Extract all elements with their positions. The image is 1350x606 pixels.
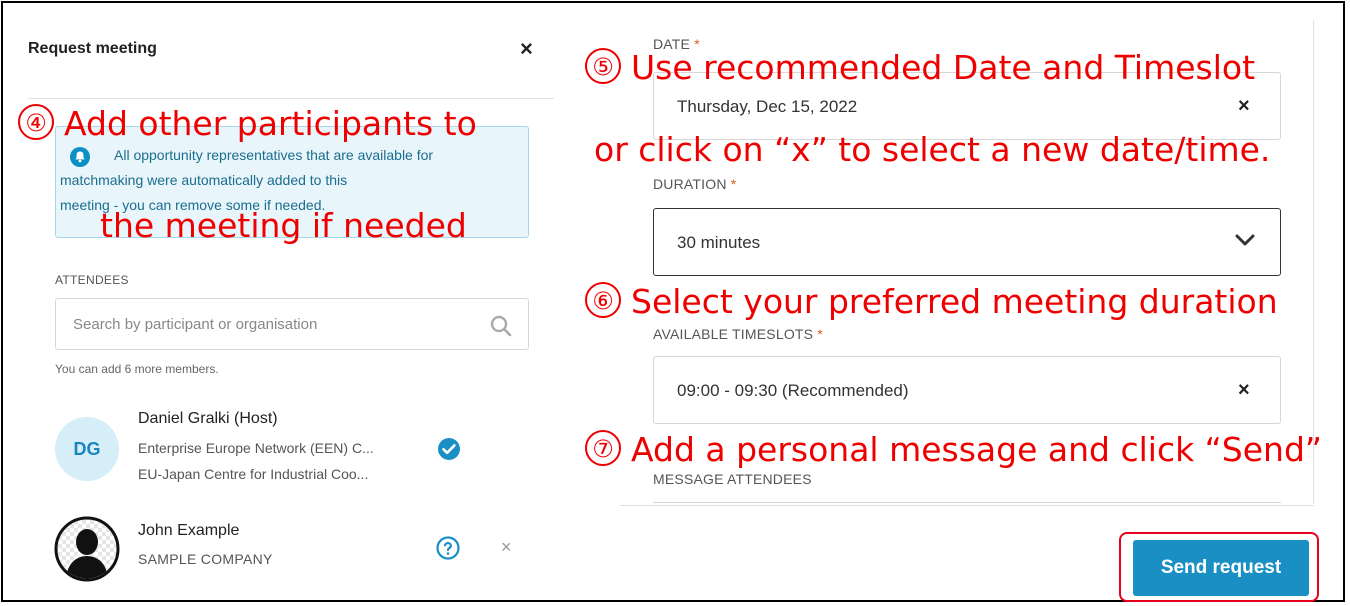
- chevron-down-icon[interactable]: [1234, 232, 1256, 248]
- required-marker: *: [817, 326, 823, 342]
- step-4-badge: ④: [18, 104, 54, 140]
- search-placeholder: Search by participant or organisation: [73, 316, 318, 333]
- required-marker: *: [730, 176, 737, 192]
- annotation-step-5-line2: or click on “x” to select a new date/tim…: [594, 130, 1271, 169]
- step-7-badge: ⑦: [585, 430, 621, 466]
- annotation-step-4: ④ Add other participants to: [18, 104, 477, 143]
- check-circle-icon: [437, 437, 461, 461]
- attendees-label: ATTENDEES: [55, 273, 129, 287]
- search-icon[interactable]: [488, 313, 514, 339]
- participant-name: Daniel Gralki (Host): [138, 410, 278, 427]
- annotation-step-6: ⑥ Select your preferred meeting duration: [585, 282, 1278, 321]
- avatar: DG: [55, 417, 119, 481]
- participant-org: Enterprise Europe Network (EEN) C...: [138, 440, 374, 456]
- participant-name: John Example: [138, 522, 240, 539]
- clear-timeslot-button[interactable]: ×: [1238, 379, 1250, 402]
- annotation-step-5: ⑤ Use recommended Date and Timeslot: [585, 48, 1255, 87]
- participant-org: SAMPLE COMPANY: [138, 551, 273, 567]
- annotation-step-7-text: Add a personal message and click “Send”: [631, 430, 1322, 469]
- duration-value: 30 minutes: [677, 233, 761, 252]
- clear-date-button[interactable]: ×: [1238, 95, 1250, 118]
- participant-org-secondary: EU-Japan Centre for Industrial Coo...: [138, 466, 369, 482]
- avatar-silhouette-icon: [54, 516, 120, 582]
- annotation-step-4-line2: the meeting if needed: [100, 206, 467, 245]
- info-line-2: matchmaking were automatically added to …: [60, 172, 348, 188]
- bell-icon: [70, 147, 90, 167]
- message-label: MESSAGE ATTENDEES: [653, 471, 812, 487]
- duration-label: DURATION *: [653, 176, 736, 192]
- timeslots-label-text: AVAILABLE TIMESLOTS: [653, 326, 814, 342]
- send-request-button[interactable]: Send request: [1133, 540, 1309, 596]
- timeslot-value: 09:00 - 09:30 (Recommended): [677, 381, 909, 400]
- title-divider: [28, 98, 554, 99]
- timeslots-label: AVAILABLE TIMESLOTS *: [653, 326, 823, 342]
- duration-label-text: DURATION: [653, 176, 727, 192]
- step-5-badge: ⑤: [585, 48, 621, 84]
- annotation-step-7: ⑦ Add a personal message and click “Send”: [585, 430, 1322, 469]
- close-icon[interactable]: ×: [520, 36, 533, 62]
- message-textarea[interactable]: [653, 502, 1281, 507]
- annotation-step-5-line1: Use recommended Date and Timeslot: [631, 48, 1256, 87]
- helper-text: You can add 6 more members.: [55, 362, 219, 376]
- date-value: Thursday, Dec 15, 2022: [677, 97, 858, 116]
- step-6-badge: ⑥: [585, 282, 621, 318]
- annotation-step-4-line1: Add other participants to: [64, 104, 477, 143]
- remove-participant-button[interactable]: ×: [501, 537, 512, 558]
- info-line-1: All opportunity representatives that are…: [114, 147, 434, 163]
- annotation-step-6-text: Select your preferred meeting duration: [631, 282, 1278, 321]
- question-circle-icon: [436, 536, 460, 560]
- modal-title: Request meeting: [28, 40, 157, 57]
